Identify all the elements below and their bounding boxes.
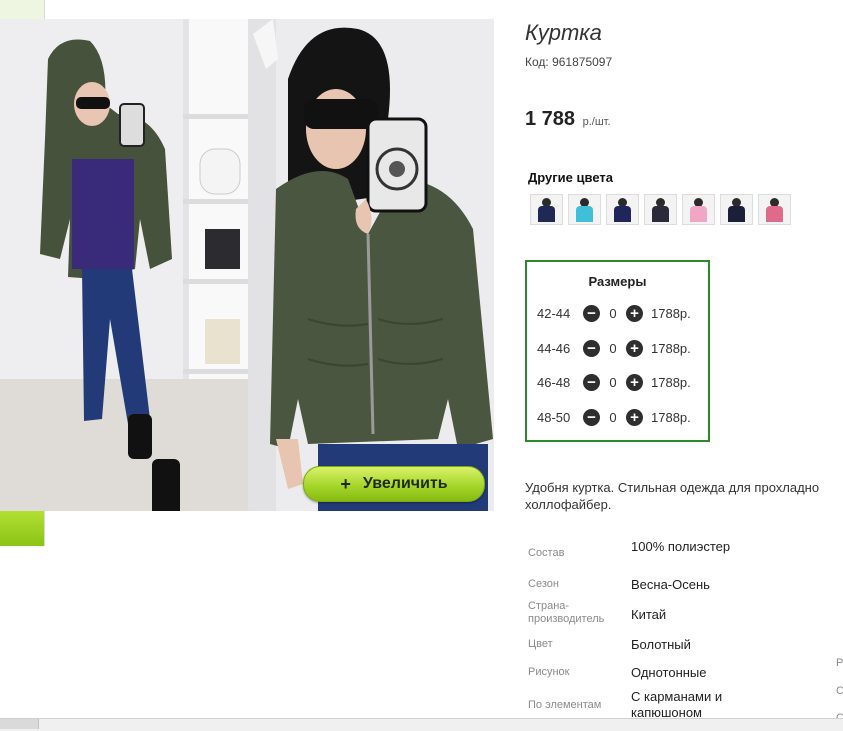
size-quantity: 0 bbox=[609, 409, 617, 425]
plus-icon[interactable]: + bbox=[626, 373, 643, 391]
property-key: По элементам bbox=[528, 699, 602, 711]
color-swatch[interactable] bbox=[720, 194, 753, 225]
property-value: Однотонные bbox=[631, 665, 707, 680]
property-value: С карманами и капюшоном bbox=[631, 689, 723, 720]
plus-icon: + bbox=[340, 473, 351, 494]
property-key: Рисунок bbox=[528, 666, 570, 678]
product-description: Удобня куртка. Стильная одежда для прохл… bbox=[525, 479, 843, 513]
size-label: 42-44 bbox=[537, 305, 571, 321]
size-row: 42-44 − 0 + 1788р. bbox=[537, 302, 691, 324]
color-swatch[interactable] bbox=[644, 194, 677, 225]
size-price: 1788р. bbox=[651, 409, 691, 425]
minus-icon[interactable]: − bbox=[583, 339, 600, 357]
horizontal-scrollbar[interactable] bbox=[0, 718, 843, 731]
price-unit: р./шт. bbox=[582, 116, 611, 128]
size-price: 1788р. bbox=[651, 340, 691, 356]
plus-icon[interactable]: + bbox=[626, 339, 643, 357]
size-quantity: 0 bbox=[609, 374, 617, 390]
property-key: Страна-производитель bbox=[528, 600, 605, 625]
size-label: 46-48 bbox=[537, 374, 571, 390]
product-price: 1 788 р./шт. bbox=[525, 108, 611, 131]
product-photo-1[interactable] bbox=[0, 19, 248, 511]
property-key: Состав bbox=[528, 547, 565, 559]
property-value: Болотный bbox=[631, 637, 691, 652]
price-value: 1 788 bbox=[525, 108, 576, 130]
product-code: Код: 961875097 bbox=[525, 55, 613, 69]
sizes-title: Размеры bbox=[588, 274, 647, 289]
product-photo-2-image bbox=[248, 19, 494, 511]
size-price: 1788р. bbox=[651, 374, 691, 390]
size-label: 44-46 bbox=[537, 340, 571, 356]
sizes-panel: Размеры 42-44 − 0 + 1788р. 44-46 − 0 + 1… bbox=[525, 260, 710, 442]
clipped-text: Р bbox=[836, 657, 843, 669]
plus-icon[interactable]: + bbox=[626, 304, 643, 322]
product-photo-1-image bbox=[0, 19, 248, 511]
other-colors-title: Другие цвета bbox=[528, 170, 613, 185]
clipped-text: С bbox=[836, 685, 843, 697]
size-row: 46-48 − 0 + 1788р. bbox=[537, 371, 691, 393]
zoom-button[interactable]: + Увеличить bbox=[303, 466, 485, 502]
property-key: Сезон bbox=[528, 578, 559, 590]
size-quantity: 0 bbox=[609, 340, 617, 356]
product-photo-2[interactable] bbox=[248, 19, 494, 511]
sidebar-green-tab[interactable] bbox=[0, 508, 44, 546]
product-title: Куртка bbox=[525, 20, 602, 45]
color-swatch[interactable] bbox=[606, 194, 639, 225]
size-row: 48-50 − 0 + 1788р. bbox=[537, 406, 691, 428]
color-swatch[interactable] bbox=[568, 194, 601, 225]
minus-icon[interactable]: − bbox=[583, 408, 600, 426]
description-line: холлофайбер. bbox=[525, 497, 612, 512]
minus-icon[interactable]: − bbox=[583, 304, 600, 322]
plus-icon[interactable]: + bbox=[626, 408, 643, 426]
color-swatch[interactable] bbox=[758, 194, 791, 225]
size-row: 44-46 − 0 + 1788р. bbox=[537, 337, 691, 359]
size-price: 1788р. bbox=[651, 305, 691, 321]
description-line: Удобня куртка. Стильная одежда для прохл… bbox=[525, 480, 820, 495]
property-value: Китай bbox=[631, 607, 667, 622]
color-swatches bbox=[530, 194, 796, 225]
size-quantity: 0 bbox=[609, 305, 617, 321]
property-value: Весна-Осень bbox=[631, 577, 710, 592]
size-label: 48-50 bbox=[537, 409, 571, 425]
color-swatch[interactable] bbox=[530, 194, 563, 225]
minus-icon[interactable]: − bbox=[583, 373, 600, 391]
color-swatch[interactable] bbox=[682, 194, 715, 225]
zoom-button-label: Увеличить bbox=[362, 475, 448, 492]
property-value: 100% полиэстер bbox=[631, 539, 731, 554]
property-key: Цвет bbox=[528, 638, 553, 650]
scrollbar-thumb[interactable] bbox=[0, 719, 39, 729]
